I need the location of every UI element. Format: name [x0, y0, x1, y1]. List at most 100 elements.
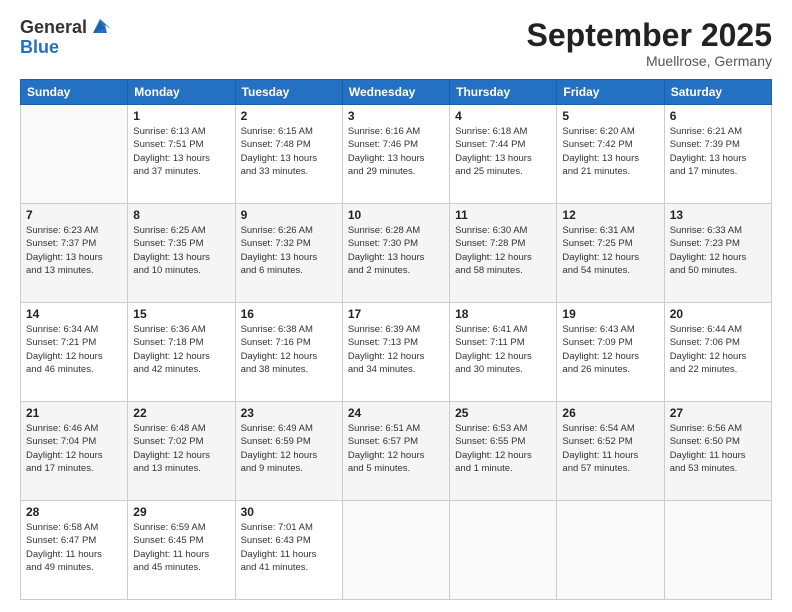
calendar-table: Sunday Monday Tuesday Wednesday Thursday… [20, 79, 772, 600]
day-number: 19 [562, 307, 658, 321]
cell-info: Sunrise: 6:20 AMSunset: 7:42 PMDaylight:… [562, 125, 658, 178]
table-row: 16 Sunrise: 6:38 AMSunset: 7:16 PMDayligh… [235, 303, 342, 402]
cell-info: Sunrise: 6:26 AMSunset: 7:32 PMDaylight:… [241, 224, 337, 277]
day-number: 2 [241, 109, 337, 123]
day-number: 8 [133, 208, 229, 222]
table-row [664, 501, 771, 600]
day-number: 14 [26, 307, 122, 321]
day-number: 29 [133, 505, 229, 519]
day-number: 26 [562, 406, 658, 420]
day-number: 3 [348, 109, 444, 123]
calendar-week-row: 1 Sunrise: 6:13 AMSunset: 7:51 PMDaylight… [21, 105, 772, 204]
table-row: 7 Sunrise: 6:23 AMSunset: 7:37 PMDaylight… [21, 204, 128, 303]
cell-info: Sunrise: 6:59 AMSunset: 6:45 PMDaylight:… [133, 521, 229, 574]
cell-info: Sunrise: 6:46 AMSunset: 7:04 PMDaylight:… [26, 422, 122, 475]
day-number: 30 [241, 505, 337, 519]
month-title: September 2025 [527, 18, 772, 53]
cell-info: Sunrise: 6:53 AMSunset: 6:55 PMDaylight:… [455, 422, 551, 475]
table-row: 25 Sunrise: 6:53 AMSunset: 6:55 PMDayligh… [450, 402, 557, 501]
table-row: 28Sunrise: 6:58 AMSunset: 6:47 PMDayligh… [21, 501, 128, 600]
col-wednesday: Wednesday [342, 80, 449, 105]
table-row [342, 501, 449, 600]
day-number: 11 [455, 208, 551, 222]
day-number: 25 [455, 406, 551, 420]
cell-info: Sunrise: 6:48 AMSunset: 7:02 PMDaylight:… [133, 422, 229, 475]
cell-info: Sunrise: 6:43 AMSunset: 7:09 PMDaylight:… [562, 323, 658, 376]
table-row [21, 105, 128, 204]
table-row: 2 Sunrise: 6:15 AMSunset: 7:48 PMDaylight… [235, 105, 342, 204]
cell-info: Sunrise: 6:28 AMSunset: 7:30 PMDaylight:… [348, 224, 444, 277]
cell-info: Sunrise: 6:31 AMSunset: 7:25 PMDaylight:… [562, 224, 658, 277]
day-number: 27 [670, 406, 766, 420]
cell-info: Sunrise: 6:34 AMSunset: 7:21 PMDaylight:… [26, 323, 122, 376]
table-row: 30Sunrise: 7:01 AMSunset: 6:43 PMDayligh… [235, 501, 342, 600]
table-row: 23Sunrise: 6:49 AMSunset: 6:59 PMDayligh… [235, 402, 342, 501]
table-row: 26 Sunrise: 6:54 AMSunset: 6:52 PMDayligh… [557, 402, 664, 501]
page-header: General Blue September 2025 Muellrose, G… [20, 18, 772, 69]
day-number: 1 [133, 109, 229, 123]
cell-info: Sunrise: 6:56 AMSunset: 6:50 PMDaylight:… [670, 422, 766, 475]
table-row [450, 501, 557, 600]
day-number: 7 [26, 208, 122, 222]
cell-info: Sunrise: 6:30 AMSunset: 7:28 PMDaylight:… [455, 224, 551, 277]
table-row: 4 Sunrise: 6:18 AMSunset: 7:44 PMDaylight… [450, 105, 557, 204]
cell-info: Sunrise: 6:18 AMSunset: 7:44 PMDaylight:… [455, 125, 551, 178]
calendar-header-row: Sunday Monday Tuesday Wednesday Thursday… [21, 80, 772, 105]
day-number: 18 [455, 307, 551, 321]
cell-info: Sunrise: 6:49 AMSunset: 6:59 PMDaylight:… [241, 422, 337, 475]
cell-info: Sunrise: 6:51 AMSunset: 6:57 PMDaylight:… [348, 422, 444, 475]
table-row: 3 Sunrise: 6:16 AMSunset: 7:46 PMDaylight… [342, 105, 449, 204]
day-number: 4 [455, 109, 551, 123]
cell-info: Sunrise: 6:21 AMSunset: 7:39 PMDaylight:… [670, 125, 766, 178]
table-row: 5 Sunrise: 6:20 AMSunset: 7:42 PMDaylight… [557, 105, 664, 204]
calendar-week-row: 28Sunrise: 6:58 AMSunset: 6:47 PMDayligh… [21, 501, 772, 600]
day-number: 21 [26, 406, 122, 420]
table-row: 13 Sunrise: 6:33 AMSunset: 7:23 PMDayligh… [664, 204, 771, 303]
cell-info: Sunrise: 6:33 AMSunset: 7:23 PMDaylight:… [670, 224, 766, 277]
table-row: 17 Sunrise: 6:39 AMSunset: 7:13 PMDayligh… [342, 303, 449, 402]
table-row: 1 Sunrise: 6:13 AMSunset: 7:51 PMDaylight… [128, 105, 235, 204]
table-row: 21 Sunrise: 6:46 AMSunset: 7:04 PMDayligh… [21, 402, 128, 501]
table-row: 6 Sunrise: 6:21 AMSunset: 7:39 PMDaylight… [664, 105, 771, 204]
day-number: 13 [670, 208, 766, 222]
col-monday: Monday [128, 80, 235, 105]
day-number: 17 [348, 307, 444, 321]
table-row: 20Sunrise: 6:44 AMSunset: 7:06 PMDayligh… [664, 303, 771, 402]
cell-info: Sunrise: 6:16 AMSunset: 7:46 PMDaylight:… [348, 125, 444, 178]
table-row: 11 Sunrise: 6:30 AMSunset: 7:28 PMDayligh… [450, 204, 557, 303]
cell-info: Sunrise: 6:39 AMSunset: 7:13 PMDaylight:… [348, 323, 444, 376]
table-row: 29 Sunrise: 6:59 AMSunset: 6:45 PMDayligh… [128, 501, 235, 600]
col-sunday: Sunday [21, 80, 128, 105]
day-number: 6 [670, 109, 766, 123]
table-row: 27 Sunrise: 6:56 AMSunset: 6:50 PMDayligh… [664, 402, 771, 501]
table-row: 8Sunrise: 6:25 AMSunset: 7:35 PMDaylight… [128, 204, 235, 303]
cell-info: Sunrise: 6:38 AMSunset: 7:16 PMDaylight:… [241, 323, 337, 376]
logo-general-text: General [20, 18, 87, 38]
day-number: 16 [241, 307, 337, 321]
day-number: 24 [348, 406, 444, 420]
cell-info: Sunrise: 6:15 AMSunset: 7:48 PMDaylight:… [241, 125, 337, 178]
col-tuesday: Tuesday [235, 80, 342, 105]
location-subtitle: Muellrose, Germany [527, 53, 772, 69]
table-row: 18 Sunrise: 6:41 AMSunset: 7:11 PMDayligh… [450, 303, 557, 402]
day-number: 10 [348, 208, 444, 222]
table-row: 14 Sunrise: 6:34 AMSunset: 7:21 PMDayligh… [21, 303, 128, 402]
table-row: 12 Sunrise: 6:31 AMSunset: 7:25 PMDayligh… [557, 204, 664, 303]
day-number: 12 [562, 208, 658, 222]
title-block: September 2025 Muellrose, Germany [527, 18, 772, 69]
table-row: 19 Sunrise: 6:43 AMSunset: 7:09 PMDayligh… [557, 303, 664, 402]
day-number: 5 [562, 109, 658, 123]
cell-info: Sunrise: 6:41 AMSunset: 7:11 PMDaylight:… [455, 323, 551, 376]
table-row: 22 Sunrise: 6:48 AMSunset: 7:02 PMDayligh… [128, 402, 235, 501]
cell-info: Sunrise: 6:23 AMSunset: 7:37 PMDaylight:… [26, 224, 122, 277]
col-saturday: Saturday [664, 80, 771, 105]
logo-icon [89, 15, 111, 37]
calendar-week-row: 14 Sunrise: 6:34 AMSunset: 7:21 PMDayligh… [21, 303, 772, 402]
cell-info: Sunrise: 6:54 AMSunset: 6:52 PMDaylight:… [562, 422, 658, 475]
cell-info: Sunrise: 6:36 AMSunset: 7:18 PMDaylight:… [133, 323, 229, 376]
day-number: 22 [133, 406, 229, 420]
day-number: 28 [26, 505, 122, 519]
day-number: 20 [670, 307, 766, 321]
logo: General Blue [20, 18, 111, 58]
cell-info: Sunrise: 6:13 AMSunset: 7:51 PMDaylight:… [133, 125, 229, 178]
